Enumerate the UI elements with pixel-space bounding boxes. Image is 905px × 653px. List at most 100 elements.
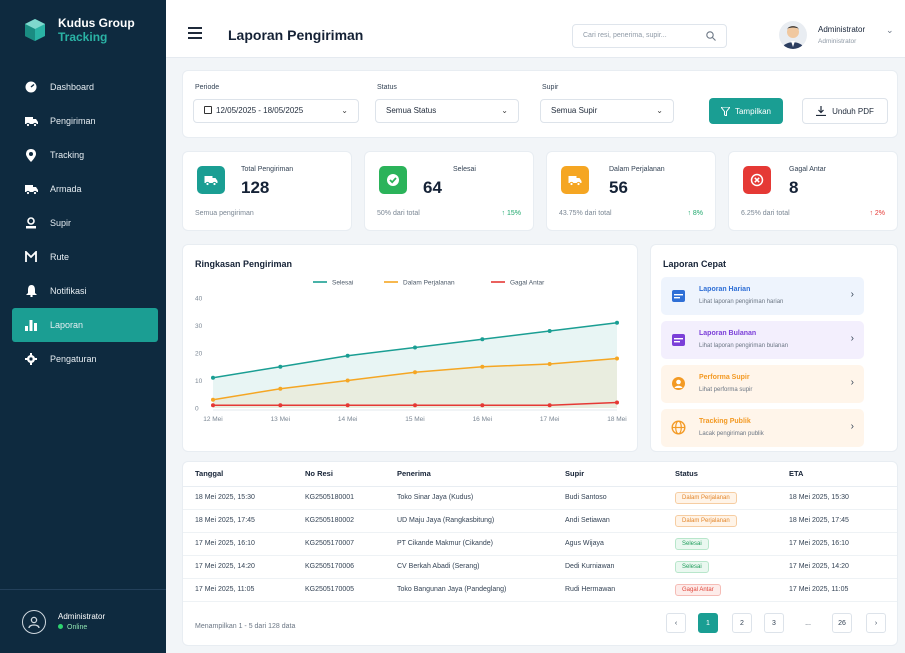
quick-report-title: Tracking Publik <box>699 418 751 425</box>
column-header[interactable]: Supir <box>553 462 663 487</box>
stat-sub: Semua pengiriman <box>195 210 254 217</box>
stat-title: Gagal Antar <box>789 166 826 173</box>
status-select[interactable]: Semua Status ⌄ <box>375 99 519 123</box>
column-header[interactable]: Penerima <box>385 462 553 487</box>
table-row[interactable]: 18 Mei 2025, 15:30 KG2505180001 Toko Sinar… <box>183 486 897 510</box>
quick-report-item[interactable]: Laporan Harian Lihat laporan pengiriman h… <box>661 277 864 315</box>
data-point <box>480 364 485 369</box>
table-row[interactable]: 18 Mei 2025, 17:45 KG2505180002 UD Maju Ja… <box>183 509 897 533</box>
column-header[interactable]: No Resi <box>293 462 385 487</box>
table-body: 18 Mei 2025, 15:30 KG2505180001 Toko Sinar… <box>183 486 897 602</box>
stat-title: Total Pengiriman <box>241 166 294 173</box>
location-pin-icon <box>24 148 38 162</box>
shipments-table: Tanggal No Resi Penerima Supir Status ET… <box>183 462 897 602</box>
page-ellipsis: ... <box>805 619 811 627</box>
data-point <box>547 362 552 366</box>
quick-report-item[interactable]: Tracking Publik Lacak pengiriman publik › <box>661 409 864 447</box>
column-header[interactable]: Tanggal <box>183 462 293 487</box>
truck-icon <box>197 166 225 194</box>
table-header-row: Tanggal No Resi Penerima Supir Status ET… <box>183 462 897 487</box>
cell-date: 18 Mei 2025, 15:30 <box>183 486 293 510</box>
user-role: Administrator <box>818 38 857 45</box>
sidebar-item-armada[interactable]: Armada <box>0 172 156 206</box>
table-row[interactable]: 17 Mei 2025, 11:05 KG2505170005 Toko Bangu… <box>183 578 897 602</box>
column-header[interactable]: ETA <box>777 462 897 487</box>
quick-report-item[interactable]: Laporan Bulanan Lihat laporan pengiriman … <box>661 321 864 359</box>
chevron-down-icon[interactable]: ⌄ <box>886 25 894 36</box>
search-icon[interactable] <box>706 31 716 41</box>
filter-card: Periode 12/05/2025 - 18/05/2025 ⌄ Status… <box>182 70 898 138</box>
data-point <box>345 403 350 408</box>
data-point <box>278 386 283 391</box>
chevron-right-icon: › <box>850 421 854 432</box>
download-pdf-button[interactable]: Unduh PDF <box>802 98 888 124</box>
legend-label: Selesai <box>332 280 353 287</box>
brand[interactable]: Kudus Group Tracking <box>0 0 166 60</box>
sidebar-item-supir[interactable]: Supir <box>0 206 156 240</box>
quick-report-title: Performa Supir <box>699 374 750 381</box>
chevron-right-icon: › <box>850 333 854 344</box>
user-name[interactable]: Administrator <box>818 25 865 34</box>
sidebar-item-notifikasi[interactable]: Notifikasi <box>0 274 156 308</box>
quick-report-title: Laporan Bulanan <box>699 330 757 337</box>
sidebar-item-label: Pengiriman <box>50 116 96 126</box>
data-point <box>211 403 215 408</box>
sidebar-item-tracking[interactable]: Tracking <box>0 138 156 172</box>
show-button[interactable]: Tampilkan <box>709 98 783 124</box>
truck-icon <box>561 166 589 194</box>
sidebar-item-laporan[interactable]: Laporan <box>12 308 158 342</box>
prev-page-button[interactable]: ‹ <box>666 613 686 633</box>
search-input[interactable]: Cari resi, penerima, supir... <box>572 24 727 48</box>
avatar[interactable] <box>779 21 807 49</box>
sidebar-nav: Dashboard Pengiriman Tracking Armada Sup… <box>0 70 166 376</box>
y-tick-label: 40 <box>195 296 203 303</box>
sidebar-item-rute[interactable]: Rute <box>0 240 156 274</box>
hamburger-icon[interactable] <box>188 27 202 42</box>
cell-date: 17 Mei 2025, 11:05 <box>183 578 293 602</box>
bell-icon <box>24 284 38 298</box>
data-point <box>480 403 485 408</box>
sidebar-user[interactable]: Administrator Online <box>0 589 166 653</box>
column-header[interactable]: Status <box>663 462 777 487</box>
truck-icon <box>24 114 38 128</box>
cell-status: Dalam Perjalanan <box>663 486 777 510</box>
supir-value: Semua Supir <box>551 106 598 115</box>
next-page-button[interactable]: › <box>866 613 886 633</box>
sidebar-item-label: Notifikasi <box>50 286 87 296</box>
user-circle-icon <box>22 609 46 634</box>
sidebar-item-label: Dashboard <box>50 82 95 92</box>
table-row[interactable]: 17 Mei 2025, 14:20 KG2505170006 CV Berkah … <box>183 555 897 579</box>
cell-recipient: Toko Bangunan Jaya (Pandeglang) <box>385 578 553 602</box>
supir-select[interactable]: Semua Supir ⌄ <box>540 99 674 123</box>
sidebar-item-dashboard[interactable]: Dashboard <box>0 70 156 104</box>
calendar-icon <box>671 288 686 303</box>
y-tick-label: 30 <box>195 323 203 330</box>
sidebar-item-pengiriman[interactable]: Pengiriman <box>0 104 156 138</box>
data-point <box>211 375 215 380</box>
page-3-button[interactable]: 3 <box>764 613 784 633</box>
page-1-button[interactable]: 1 <box>698 613 718 633</box>
sidebar-item-pengaturan[interactable]: Pengaturan <box>0 342 156 376</box>
page-26-button[interactable]: 26 <box>832 613 852 633</box>
data-point <box>211 397 215 402</box>
periode-select[interactable]: 12/05/2025 - 18/05/2025 ⌄ <box>193 99 359 123</box>
cell-date: 17 Mei 2025, 16:10 <box>183 532 293 556</box>
download-icon <box>816 106 827 116</box>
stat-change: ↑ 8% <box>687 210 703 217</box>
x-tick-label: 17 Mei <box>540 416 560 423</box>
filter-icon <box>720 106 730 116</box>
page-2-button[interactable]: 2 <box>732 613 752 633</box>
periode-value: 12/05/2025 - 18/05/2025 <box>216 106 304 115</box>
table-row[interactable]: 17 Mei 2025, 16:10 KG2505170007 PT Cikande… <box>183 532 897 556</box>
stat-sub: 50% dari total <box>377 210 420 217</box>
quick-report-item[interactable]: Performa Supir Lihat performa supir › <box>661 365 864 403</box>
y-tick-label: 20 <box>195 351 203 358</box>
brand-name: Kudus Group <box>58 16 135 30</box>
stat-sub: 43.75% dari total <box>559 210 612 217</box>
cell-recipient: PT Cikande Makmur (Cikande) <box>385 532 553 556</box>
person-icon <box>671 376 686 391</box>
stat-title: Dalam Perjalanan <box>609 166 665 173</box>
data-point <box>615 400 619 405</box>
supir-label: Supir <box>542 84 559 91</box>
status-badge: Selesai <box>675 560 709 573</box>
